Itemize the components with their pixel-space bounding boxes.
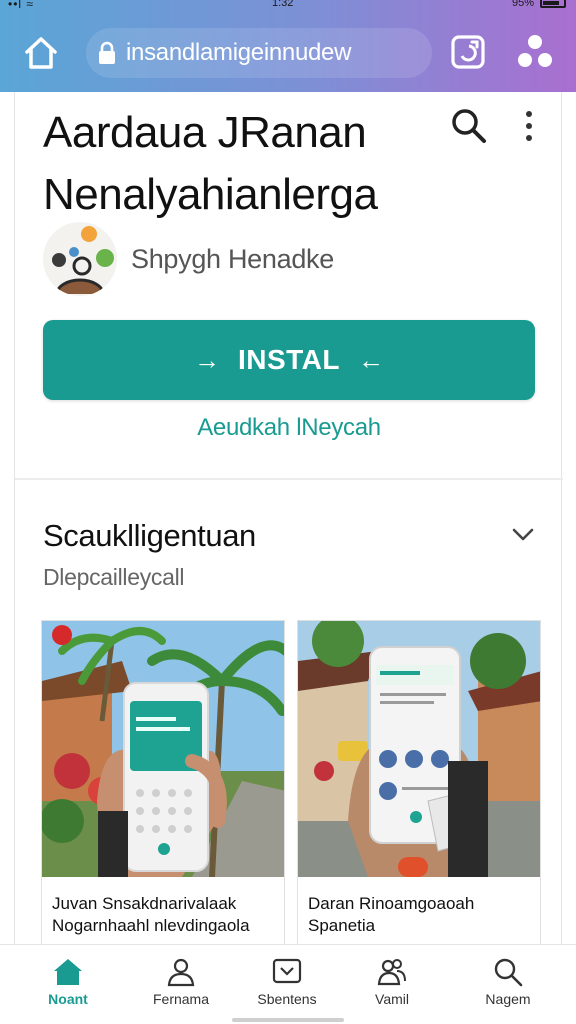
nav-label: Noant — [48, 991, 88, 1007]
people-icon — [377, 959, 406, 986]
status-bar: ••l ≈ 1:32 95% — [0, 0, 576, 14]
home-button[interactable] — [22, 34, 60, 72]
clock: 1:32 — [272, 0, 294, 9]
expand-section-button[interactable] — [511, 524, 535, 544]
nav-item-people[interactable]: Vamil — [342, 953, 442, 1017]
battery-icon — [540, 0, 566, 8]
search-icon — [494, 958, 523, 987]
search-button[interactable] — [449, 106, 489, 146]
message-icon — [272, 958, 302, 984]
address-bar[interactable]: insandlamigeinnudew — [86, 28, 432, 78]
chevron-down-icon — [512, 528, 534, 541]
home-indicator — [232, 1018, 344, 1022]
arrow-right-icon: → — [193, 344, 220, 375]
home-icon — [25, 37, 57, 69]
screenshot-image — [42, 621, 284, 877]
nav-label: Nagem — [485, 991, 531, 1007]
more-options-button[interactable] — [521, 108, 537, 144]
screenshot-image — [298, 621, 540, 877]
search-icon — [452, 109, 486, 143]
dots-menu-icon — [518, 35, 552, 67]
nav-item-search[interactable]: Nagem — [458, 953, 558, 1017]
bottom-navigation: Noant Fernama Sbentens Vamil Nagem — [0, 944, 576, 1024]
developer-name[interactable]: Shpygh Henadke — [131, 244, 334, 275]
install-label: INSTAL — [237, 344, 341, 375]
divider — [15, 478, 563, 480]
url-text: insandlamigeinnudew — [126, 39, 352, 66]
nav-label: Fernama — [152, 991, 210, 1007]
more-vert-icon — [526, 111, 532, 141]
home-icon — [54, 959, 82, 985]
nav-item-messages[interactable]: Sbentens — [237, 953, 337, 1017]
section-subtitle: Dlepcailleycall — [43, 564, 185, 590]
browser-toolbar: ••l ≈ 1:32 95% insandlamigeinnudew — [0, 0, 576, 92]
screenshot-card[interactable]: Daran Rinoamgoaoah Spanetia — [297, 620, 541, 960]
app-detail-page: Aardaua JRanan Nenalyahianlerga Shpygh H… — [14, 92, 563, 960]
app-title: Aardaua JRanan Nenalyahianlerga — [43, 108, 378, 219]
tabs-button[interactable] — [450, 34, 486, 70]
nav-item-profile[interactable]: Fernama — [131, 953, 231, 1017]
tabs-icon — [451, 35, 485, 69]
nav-label: Vamil — [375, 991, 409, 1007]
screenshot-card[interactable]: Juvan Snsakdnarivalaak Nogarnhaahl nlevd… — [41, 620, 285, 960]
section-title: Scauklligentuan — [43, 518, 256, 553]
person-icon — [167, 958, 195, 987]
browser-menu-button[interactable] — [514, 32, 556, 72]
nav-item-home[interactable]: Noant — [18, 953, 118, 1017]
developer-logo — [43, 222, 117, 296]
card-caption: Daran Rinoamgoaoah Spanetia — [308, 894, 475, 935]
signal-indicator: ••l ≈ — [8, 0, 34, 11]
arrow-left-icon: ← — [358, 344, 385, 375]
secondary-link[interactable]: Aeudkah lNeycah — [15, 414, 563, 442]
developer-logo-icon — [43, 222, 117, 296]
card-caption: Juvan Snsakdnarivalaak Nogarnhaahl nlevd… — [52, 894, 250, 935]
battery-percent: 95% — [511, 0, 534, 9]
lock-icon — [96, 41, 118, 65]
nav-label: Sbentens — [257, 991, 317, 1007]
install-button[interactable]: → INSTAL ← — [43, 320, 535, 400]
